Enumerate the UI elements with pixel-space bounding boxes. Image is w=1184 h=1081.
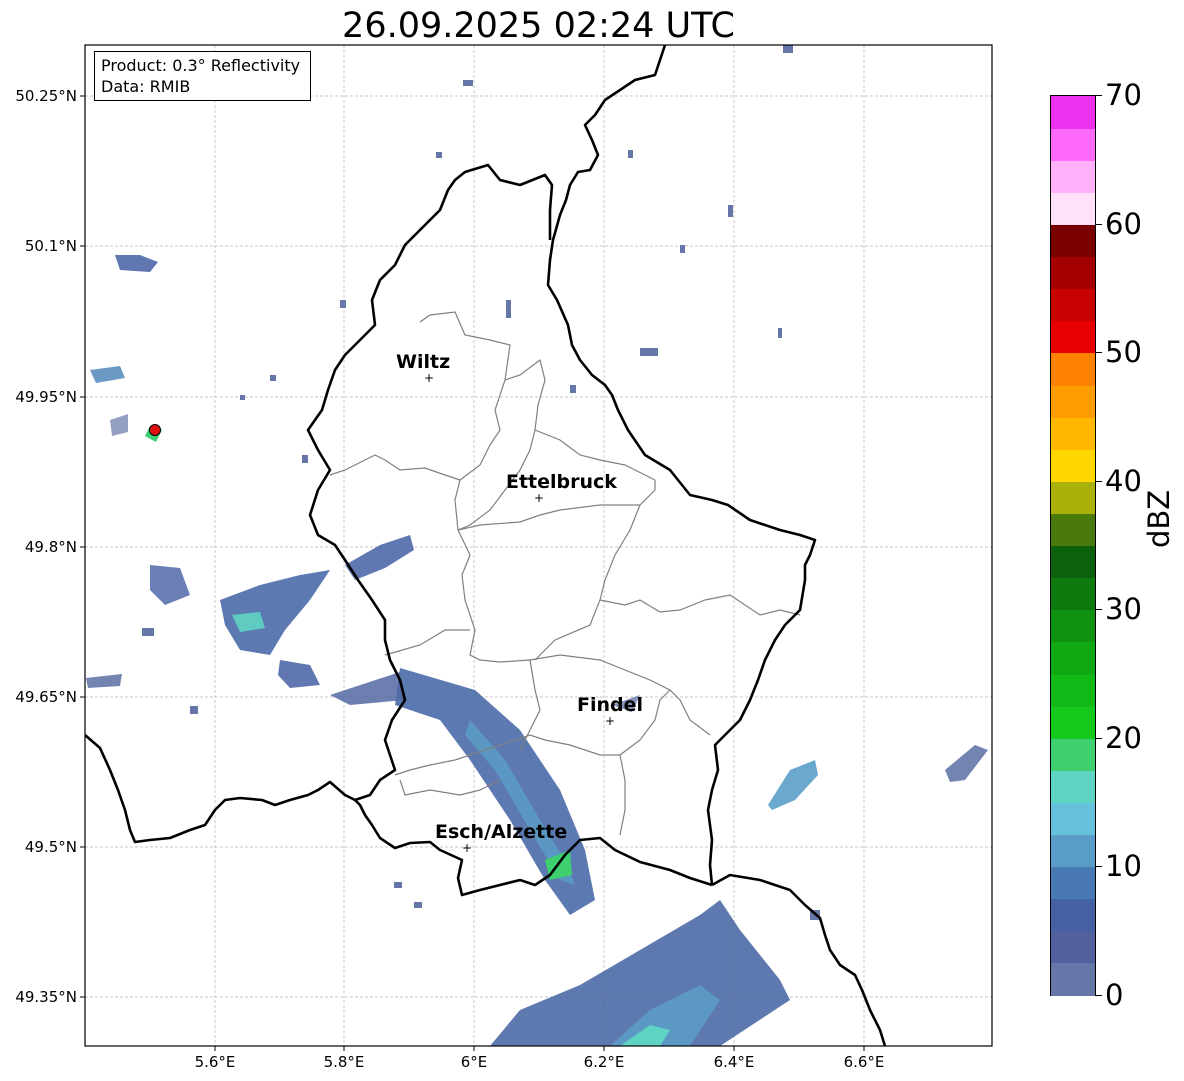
colorbar-segment	[1051, 352, 1095, 386]
colorbar-unit-label: dBZ	[1142, 489, 1176, 548]
colorbar-segment	[1051, 513, 1095, 547]
lat-tick-label: 49.8°N	[25, 538, 77, 556]
lat-tick-label: 49.95°N	[15, 388, 77, 406]
data-source-text: Data: RMIB	[101, 77, 191, 96]
colorbar-segment	[1051, 898, 1095, 932]
city-marker-findel: +	[605, 714, 615, 728]
lon-tick-label: 6.2°E	[584, 1053, 625, 1071]
lat-tick-label: 50.1°N	[25, 237, 77, 255]
colorbar-segment	[1051, 641, 1095, 675]
colorbar-tick	[1096, 223, 1102, 225]
colorbar-segment	[1051, 866, 1095, 900]
city-findel: Findel +	[577, 694, 643, 728]
colorbar-segment	[1051, 96, 1095, 129]
colorbar-segment	[1051, 128, 1095, 161]
colorbar-segment	[1051, 192, 1095, 226]
colorbar-tick	[1096, 480, 1102, 482]
lat-tick-label: 49.65°N	[15, 688, 77, 706]
lon-tick-label: 5.8°E	[324, 1053, 365, 1071]
colorbar-tick-label: 50	[1105, 335, 1142, 370]
plot-frame	[84, 44, 993, 1047]
canton-boundaries	[329, 311, 801, 836]
gridlines	[85, 45, 992, 1046]
city-label-esch-alzette: Esch/Alzette	[435, 821, 567, 843]
lat-tick-labels: 50.25°N 50.1°N 49.95°N 49.8°N 49.65°N 49…	[15, 87, 77, 1006]
colorbar-segment	[1051, 224, 1095, 258]
colorbar-segment	[1051, 609, 1095, 643]
lat-tick-label: 50.25°N	[15, 87, 77, 105]
colorbar-segment	[1051, 481, 1095, 514]
colorbar-segment	[1051, 738, 1095, 771]
colorbar-tick	[1096, 866, 1102, 868]
product-text: Product: 0.3° Reflectivity	[101, 56, 301, 75]
colorbar-segment	[1051, 930, 1095, 964]
lon-tick-label: 5.6°E	[195, 1053, 236, 1071]
colorbar-tick	[1096, 95, 1102, 96]
lat-tick-label: 49.35°N	[15, 988, 77, 1006]
colorbar-segment	[1051, 160, 1095, 193]
city-marker-wiltz: +	[424, 371, 434, 385]
colorbar-segment	[1051, 384, 1095, 418]
colorbar-segment	[1051, 577, 1095, 611]
colorbar-segment	[1051, 256, 1095, 290]
radar-site-marker	[149, 424, 161, 436]
colorbar-tick	[1096, 352, 1102, 354]
colorbar-segment	[1051, 706, 1095, 739]
colorbar-segment	[1051, 449, 1095, 482]
radar-map: Wiltz + Ettelbruck + Findel + Esch/Alzet…	[15, 44, 993, 1071]
axis-ticks	[80, 95, 865, 1051]
colorbar-segment	[1051, 962, 1095, 996]
colorbar-tick	[1096, 737, 1102, 739]
colorbar-segment	[1051, 288, 1095, 322]
national-borders	[84, 44, 887, 1047]
lat-tick-label: 49.5°N	[25, 838, 77, 856]
colorbar-tick-label: 10	[1105, 849, 1142, 884]
city-label-ettelbruck: Ettelbruck	[506, 471, 617, 493]
colorbar-segment	[1051, 320, 1095, 354]
colorbar-tick-label: 70	[1105, 78, 1142, 112]
city-label-findel: Findel	[577, 694, 643, 716]
city-wiltz: Wiltz +	[396, 351, 450, 385]
colorbar-tick-label: 60	[1105, 206, 1142, 241]
colorbar-tick-label: 20	[1105, 720, 1142, 755]
city-label-wiltz: Wiltz	[396, 351, 450, 373]
colorbar-segment	[1051, 770, 1095, 803]
city-ettelbruck: Ettelbruck +	[506, 471, 617, 505]
colorbar-segment	[1051, 545, 1095, 579]
colorbar-tick	[1096, 995, 1102, 996]
colorbar-segment	[1051, 802, 1095, 836]
radar-echoes	[86, 45, 988, 1046]
colorbar-tick-label: 0	[1105, 978, 1124, 1012]
city-marker-esch-alzette: +	[462, 841, 472, 855]
colorbar-tick	[1096, 609, 1102, 611]
info-box: Product: 0.3° Reflectivity Data: RMIB	[94, 51, 311, 101]
lon-tick-label: 6.6°E	[844, 1053, 885, 1071]
colorbar-tick-label: 40	[1105, 463, 1142, 498]
colorbar-segment	[1051, 417, 1095, 450]
colorbar	[1050, 95, 1096, 996]
colorbar-segment	[1051, 834, 1095, 868]
colorbar-tick-label: 30	[1105, 592, 1142, 627]
lon-tick-label: 6°E	[461, 1053, 488, 1071]
city-marker-ettelbruck: +	[534, 491, 544, 505]
lon-tick-label: 6.4°E	[714, 1053, 755, 1071]
colorbar-segment	[1051, 673, 1095, 707]
lon-tick-labels: 5.6°E 5.8°E 6°E 6.2°E 6.4°E 6.6°E	[195, 1053, 885, 1071]
